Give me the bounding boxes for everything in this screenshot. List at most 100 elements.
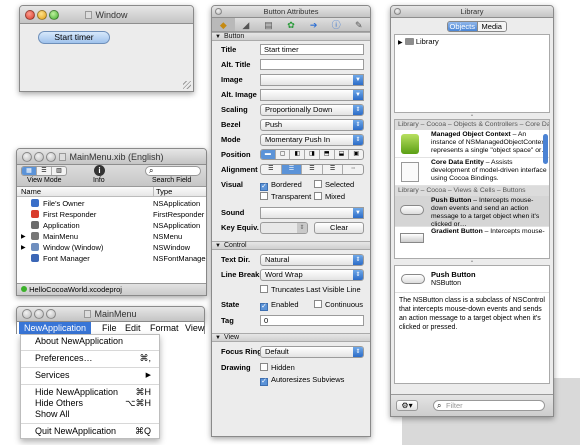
minimize-icon[interactable] bbox=[37, 10, 47, 20]
disclosure-triangle-icon[interactable]: ▶ bbox=[21, 243, 26, 253]
search-field[interactable]: ⌕ bbox=[145, 166, 201, 176]
align-center-icon[interactable]: ☰ bbox=[281, 165, 303, 174]
alt-title-field[interactable] bbox=[260, 59, 364, 70]
position-image-only-icon[interactable]: ▢ bbox=[276, 150, 291, 159]
effects-tab-icon[interactable]: ◢ bbox=[235, 18, 258, 31]
close-icon[interactable] bbox=[25, 10, 35, 20]
control-section-header[interactable]: Control bbox=[212, 241, 370, 250]
disclosure-triangle-icon[interactable]: ▶ bbox=[21, 232, 26, 242]
resize-grip-icon[interactable] bbox=[183, 81, 191, 89]
enabled-checkbox[interactable]: ✓ Enabled bbox=[260, 300, 299, 311]
connections-tab-icon[interactable]: ➔ bbox=[302, 18, 325, 31]
focus-ring-popup[interactable]: Default ⇕ bbox=[260, 346, 364, 358]
position-control[interactable]: ▬ ▢ ◧ ◨ ⬒ ⬓ ▣ bbox=[260, 149, 364, 160]
menu-item-preferences[interactable]: Preferences… ⌘, bbox=[21, 352, 159, 365]
close-icon[interactable] bbox=[22, 309, 32, 319]
menu-format[interactable]: Format bbox=[150, 322, 179, 334]
zoom-icon[interactable] bbox=[49, 10, 59, 20]
view-section-header[interactable]: View bbox=[212, 333, 370, 342]
image-combo[interactable]: ▼ bbox=[260, 74, 364, 86]
align-natural-icon[interactable]: ┄ bbox=[343, 165, 363, 174]
info-icon[interactable]: i bbox=[94, 165, 105, 176]
start-timer-button[interactable]: Start timer bbox=[38, 31, 110, 44]
scaling-popup[interactable]: Proportionally Down ⇕ bbox=[260, 104, 364, 116]
media-tab[interactable]: Media bbox=[476, 22, 506, 31]
table-row[interactable]: Application NSApplication bbox=[17, 221, 206, 231]
objects-tab[interactable]: Objects bbox=[448, 22, 477, 31]
close-icon[interactable] bbox=[394, 8, 401, 15]
minimize-icon[interactable] bbox=[34, 152, 44, 162]
line-breaks-popup[interactable]: Word Wrap ⇕ bbox=[260, 269, 364, 281]
close-icon[interactable] bbox=[215, 8, 222, 15]
position-image-right-icon[interactable]: ◨ bbox=[305, 150, 320, 159]
menu-edit[interactable]: Edit bbox=[125, 322, 141, 334]
autoresizes-checkbox[interactable]: ✓ Autoresizes Subviews bbox=[260, 375, 344, 386]
transparent-checkbox[interactable]: Transparent bbox=[260, 192, 311, 201]
size-tab-icon[interactable]: ▤ bbox=[257, 18, 280, 31]
library-item[interactable]: Push Button – Intercepts mouse-down even… bbox=[395, 196, 549, 228]
icon-view-icon[interactable]: ▦ bbox=[22, 167, 37, 175]
hidden-checkbox[interactable]: Hidden bbox=[260, 363, 295, 372]
position-image-left-icon[interactable]: ◧ bbox=[290, 150, 306, 159]
selected-checkbox[interactable]: Selected bbox=[314, 180, 354, 189]
position-text-only-icon[interactable]: ▬ bbox=[261, 150, 276, 159]
menu-item-show-all[interactable]: Show All bbox=[21, 408, 159, 421]
zoom-icon[interactable] bbox=[46, 309, 56, 319]
action-gear-button[interactable]: ⚙▾ bbox=[396, 400, 418, 411]
type-column-header[interactable]: Type bbox=[153, 187, 172, 197]
alignment-control[interactable]: ☰ ☰ ☰ ☰ ┄ bbox=[260, 164, 364, 175]
menu-item-services[interactable]: Services ▶ bbox=[21, 369, 159, 382]
button-section-header[interactable]: Button bbox=[212, 32, 370, 41]
mainmenu-titlebar[interactable]: MainMenu bbox=[17, 307, 204, 321]
library-scrollbar[interactable] bbox=[543, 134, 548, 164]
list-view-icon[interactable]: ☰ bbox=[37, 167, 52, 175]
name-column-header[interactable]: Name bbox=[21, 187, 41, 197]
sound-combo[interactable]: ▼ bbox=[260, 207, 364, 219]
align-right-icon[interactable]: ☰ bbox=[302, 165, 323, 174]
table-row[interactable]: First Responder FirstResponder bbox=[17, 210, 206, 220]
attributes-tab-icon[interactable]: ◆ bbox=[212, 18, 235, 31]
bindings-tab-icon[interactable]: ✿ bbox=[280, 18, 303, 31]
bordered-checkbox[interactable]: ✓ Bordered bbox=[260, 180, 302, 191]
position-image-below-icon[interactable]: ⬓ bbox=[335, 150, 350, 159]
key-equiv-popup[interactable]: ⇕ bbox=[260, 222, 308, 234]
xib-titlebar[interactable]: MainMenu.xib (English) bbox=[17, 149, 206, 165]
menu-item-about[interactable]: About NewApplication bbox=[21, 335, 159, 348]
column-view-icon[interactable]: ▥ bbox=[52, 167, 66, 175]
library-item[interactable]: Core Data Entity – Assists development o… bbox=[395, 158, 549, 186]
mixed-checkbox[interactable]: Mixed bbox=[314, 192, 345, 201]
position-overlaps-icon[interactable]: ▣ bbox=[349, 150, 363, 159]
zoom-icon[interactable] bbox=[46, 152, 56, 162]
position-image-above-icon[interactable]: ⬒ bbox=[320, 150, 335, 159]
table-row[interactable]: ▶ MainMenu NSMenu bbox=[17, 232, 206, 242]
mode-popup[interactable]: Momentary Push In ⇕ bbox=[260, 134, 364, 146]
title-field[interactable]: Start timer bbox=[260, 44, 364, 55]
align-left-icon[interactable]: ☰ bbox=[261, 165, 282, 174]
menu-newapplication[interactable]: NewApplication bbox=[19, 322, 92, 334]
library-titlebar[interactable]: Library bbox=[391, 6, 553, 18]
minimize-icon[interactable] bbox=[34, 309, 44, 319]
filter-field[interactable]: ⌕ Filter bbox=[433, 400, 545, 411]
continuous-checkbox[interactable]: Continuous bbox=[314, 300, 363, 309]
align-justify-icon[interactable]: ☰ bbox=[323, 165, 344, 174]
menu-item-quit[interactable]: Quit NewApplication ⌘Q bbox=[21, 425, 159, 438]
inspector-titlebar[interactable]: Button Attributes bbox=[212, 6, 370, 18]
alt-image-combo[interactable]: ▼ bbox=[260, 89, 364, 101]
text-dir-popup[interactable]: Natural ⇕ bbox=[260, 254, 364, 266]
clear-button[interactable]: Clear bbox=[314, 222, 364, 234]
tag-field[interactable]: 0 bbox=[260, 315, 364, 326]
identity-tab-icon[interactable]: ⓘ bbox=[325, 18, 348, 31]
library-item[interactable]: Managed Object Context – An instance of … bbox=[395, 130, 549, 158]
scripts-tab-icon[interactable]: ✎ bbox=[347, 18, 370, 31]
table-row[interactable]: File's Owner NSApplication bbox=[17, 199, 206, 209]
window-titlebar[interactable]: Window bbox=[20, 6, 193, 24]
library-item[interactable]: Gradient Button – Intercepts mouse- bbox=[395, 227, 549, 247]
disclosure-triangle-icon[interactable]: ▶ bbox=[398, 40, 403, 46]
truncates-checkbox[interactable]: Truncates Last Visible Line bbox=[260, 285, 361, 294]
close-icon[interactable] bbox=[22, 152, 32, 162]
view-mode-control[interactable]: ▦ ☰ ▥ bbox=[21, 166, 67, 176]
table-row[interactable]: ▶ Window (Window) NSWindow bbox=[17, 243, 206, 253]
menu-view[interactable]: View bbox=[185, 322, 204, 334]
table-row[interactable]: Font Manager NSFontManager bbox=[17, 254, 206, 264]
menu-file[interactable]: File bbox=[102, 322, 117, 334]
